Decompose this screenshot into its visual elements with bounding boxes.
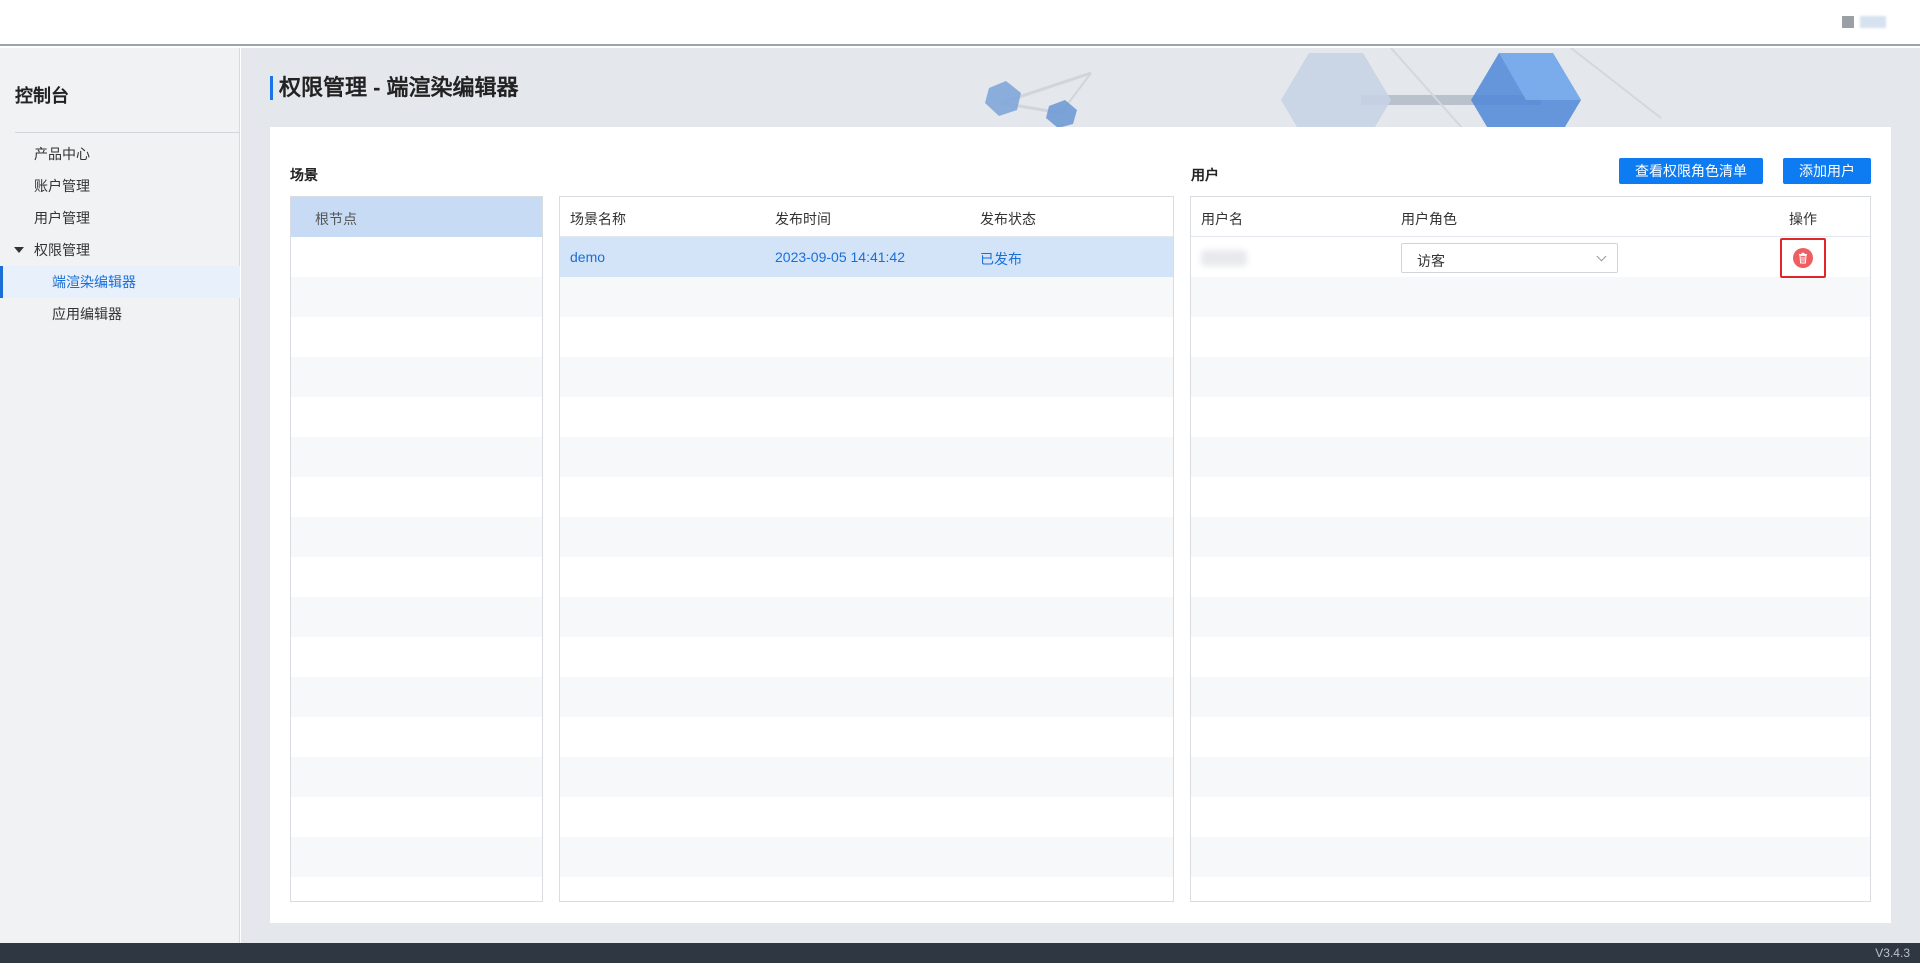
sidebar-item-label: 产品中心 — [34, 146, 90, 162]
user-role-select[interactable]: 访客 — [1401, 243, 1618, 273]
sidebar-item-label: 账户管理 — [34, 178, 90, 194]
page-title: 权限管理 - 端渲染编辑器 — [270, 76, 519, 100]
avatar-icon — [1842, 16, 1854, 28]
username-cell-blurred — [1201, 250, 1247, 266]
tree-stripes — [291, 237, 542, 901]
main-content: 权限管理 - 端渲染编辑器 场景 用户 查看权限角色清单 添加用户 根节点 场景… — [241, 48, 1920, 943]
view-role-list-button[interactable]: 查看权限角色清单 — [1619, 158, 1763, 184]
user-name-blurred — [1860, 16, 1886, 28]
delete-user-button[interactable] — [1793, 248, 1813, 268]
sidebar: 控制台 产品中心 账户管理 用户管理 权限管理 端渲染编辑器 应用编辑器 — [0, 48, 240, 943]
publish-time-cell: 2023-09-05 14:41:42 — [775, 249, 905, 265]
column-header-username: 用户名 — [1201, 211, 1243, 227]
column-header-actions: 操作 — [1789, 211, 1817, 227]
sidebar-item-product-center[interactable]: 产品中心 — [0, 138, 240, 170]
chevron-down-icon — [1596, 251, 1607, 262]
user-table-stripes — [1191, 237, 1870, 901]
tree-node-root[interactable]: 根节点 — [291, 197, 542, 237]
permission-card: 场景 用户 查看权限角色清单 添加用户 根节点 场景名称 发布时间 发布状态 d… — [270, 127, 1891, 923]
sidebar-item-label: 端渲染编辑器 — [52, 274, 136, 290]
scene-section-label: 场景 — [290, 167, 318, 183]
user-table-header: 用户名 用户角色 操作 — [1191, 197, 1870, 237]
tree-node-label: 根节点 — [315, 211, 357, 227]
user-avatar[interactable] — [1842, 16, 1886, 28]
sidebar-item-app-editor[interactable]: 应用编辑器 — [0, 298, 240, 330]
sidebar-nav: 产品中心 账户管理 用户管理 权限管理 端渲染编辑器 应用编辑器 — [0, 138, 240, 330]
sidebar-item-account-management[interactable]: 账户管理 — [0, 170, 240, 202]
scene-name-cell: demo — [570, 249, 606, 265]
scene-table-header: 场景名称 发布时间 发布状态 — [560, 197, 1173, 237]
sidebar-item-permission-management[interactable]: 权限管理 — [0, 234, 240, 266]
user-table: 用户名 用户角色 操作 访客 — [1190, 196, 1871, 902]
scene-table-stripes — [560, 237, 1173, 901]
user-role-value: 访客 — [1417, 253, 1445, 269]
sidebar-item-label: 应用编辑器 — [52, 306, 122, 322]
column-header-scene-name: 场景名称 — [570, 211, 626, 227]
sidebar-item-label: 用户管理 — [34, 210, 90, 226]
column-header-user-role: 用户角色 — [1401, 211, 1457, 227]
table-row: 访客 — [1191, 237, 1870, 278]
sidebar-item-label: 权限管理 — [34, 242, 90, 258]
column-header-publish-status: 发布状态 — [980, 211, 1036, 227]
sidebar-item-render-editor[interactable]: 端渲染编辑器 — [0, 266, 240, 298]
delete-action-highlight — [1780, 238, 1826, 278]
sidebar-item-user-management[interactable]: 用户管理 — [0, 202, 240, 234]
publish-status-cell: 已发布 — [980, 251, 1022, 267]
caret-down-icon — [14, 247, 24, 253]
trash-icon — [1799, 252, 1807, 264]
scene-tree-panel: 根节点 — [290, 196, 543, 902]
column-header-publish-time: 发布时间 — [775, 211, 831, 227]
top-bar — [0, 0, 1920, 46]
footer-bar: V3.4.3 — [0, 943, 1920, 963]
sidebar-title: 控制台 — [15, 86, 69, 106]
table-row[interactable]: demo 2023-09-05 14:41:42 已发布 — [560, 237, 1173, 277]
sidebar-divider — [15, 132, 240, 133]
scene-table: 场景名称 发布时间 发布状态 demo 2023-09-05 14:41:42 … — [559, 196, 1174, 902]
version-label: V3.4.3 — [1875, 946, 1910, 960]
user-section-label: 用户 — [1191, 167, 1219, 183]
add-user-button[interactable]: 添加用户 — [1783, 158, 1871, 184]
